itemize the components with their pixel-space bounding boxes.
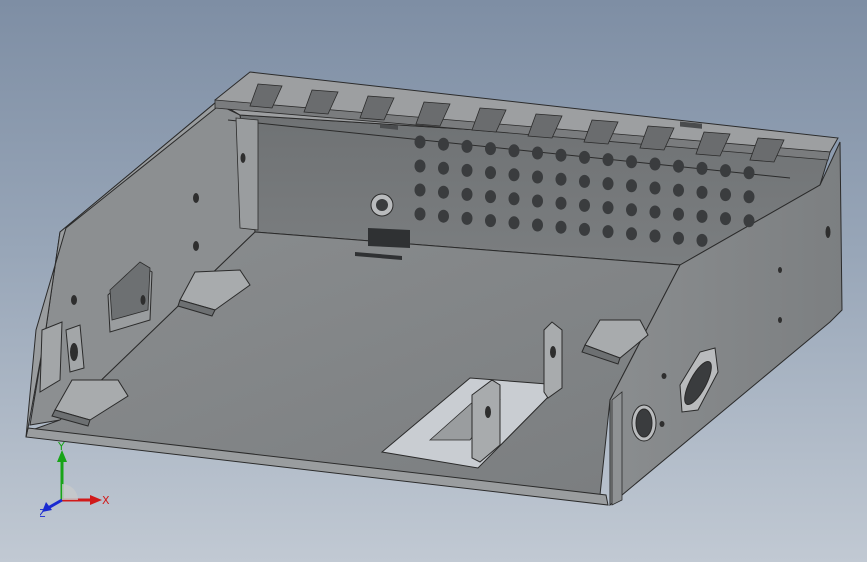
vent-hole	[579, 198, 590, 212]
x-axis-arrowhead	[90, 495, 102, 505]
vent-hole	[579, 150, 590, 164]
z-axis-line	[47, 498, 63, 510]
vent-hole	[602, 201, 614, 215]
vent-hole	[602, 225, 614, 239]
vent-hole	[414, 207, 426, 221]
vent-hole	[508, 216, 520, 230]
sheet-metal-tray-model[interactable]	[0, 0, 867, 562]
vent-hole	[555, 172, 567, 186]
vent-hole	[579, 174, 590, 188]
vent-hole	[720, 164, 731, 178]
vent-hole	[414, 159, 426, 173]
back-wall-slot	[368, 228, 410, 248]
vent-hole	[626, 179, 637, 193]
vent-hole	[485, 166, 496, 180]
vent-hole	[743, 190, 755, 204]
vent-hole	[626, 203, 637, 217]
vent-hole	[649, 229, 661, 243]
vent-hole	[743, 214, 755, 228]
vent-hole	[532, 194, 543, 208]
vent-hole	[414, 135, 426, 149]
vent-hole	[461, 163, 473, 177]
vent-hole	[673, 231, 684, 245]
vent-hole	[532, 218, 543, 232]
coordinate-triad: Y X Z	[40, 442, 110, 517]
vent-hole	[720, 212, 731, 226]
vent-hole	[649, 157, 661, 171]
y-axis-label: Y	[57, 442, 65, 453]
vent-hole	[649, 181, 661, 195]
vent-hole	[532, 146, 543, 160]
vent-hole	[508, 168, 520, 182]
vent-hole	[720, 188, 731, 202]
vent-hole	[696, 161, 708, 175]
vent-hole	[485, 214, 496, 228]
vent-hole	[743, 166, 755, 180]
triad-plane	[62, 484, 78, 500]
vent-hole	[438, 161, 449, 175]
graphics-viewport[interactable]: Y X Z	[0, 0, 867, 562]
cable-grommet-inner	[376, 199, 388, 211]
vent-hole	[602, 177, 614, 191]
vent-hole	[485, 190, 496, 204]
vent-hole	[579, 222, 590, 236]
vent-hole	[555, 220, 567, 234]
vent-hole	[438, 185, 449, 199]
vent-hole	[696, 209, 708, 223]
back-left-bracket	[235, 117, 259, 231]
vent-hole	[602, 153, 614, 167]
vent-hole	[414, 183, 426, 197]
floor-bracket-rear	[543, 321, 563, 399]
x-axis-label: X	[102, 494, 110, 507]
vent-hole	[649, 205, 661, 219]
vent-hole	[508, 192, 520, 206]
vent-hole	[673, 183, 684, 197]
vent-hole	[673, 159, 684, 173]
bracket-hole	[240, 153, 246, 163]
vent-hole	[673, 207, 684, 221]
vent-hole	[626, 155, 637, 169]
vent-hole	[438, 209, 449, 223]
vent-hole	[508, 144, 520, 158]
vent-hole	[555, 148, 567, 162]
z-axis-label: Z	[40, 507, 46, 517]
vent-hole	[461, 211, 473, 225]
right-wall-front-edge	[611, 391, 623, 506]
vent-hole	[438, 137, 449, 151]
vent-hole	[555, 196, 567, 210]
vent-hole	[532, 170, 543, 184]
vent-hole	[461, 139, 473, 153]
vent-hole	[485, 142, 496, 156]
vent-hole	[696, 233, 708, 247]
vent-hole	[461, 187, 473, 201]
vent-hole	[626, 227, 637, 241]
vent-hole	[696, 185, 708, 199]
